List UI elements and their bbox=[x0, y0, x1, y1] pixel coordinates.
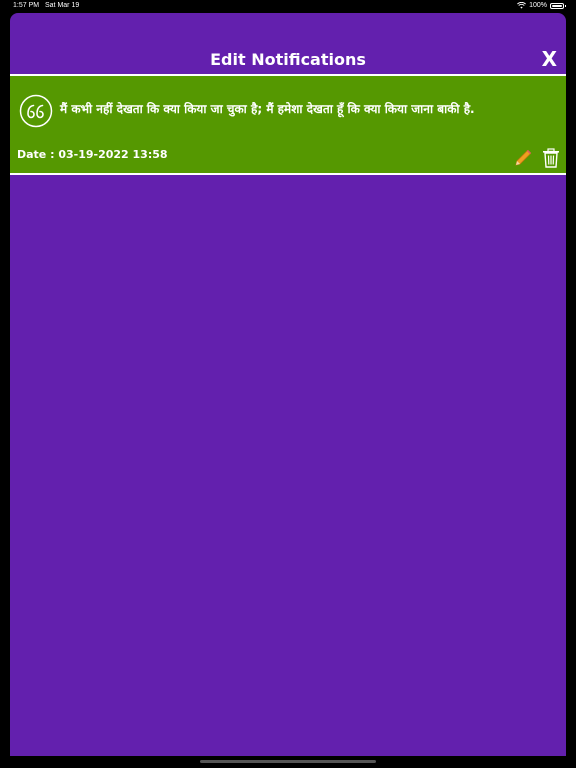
wifi-icon bbox=[517, 2, 527, 9]
close-button[interactable]: X bbox=[542, 47, 557, 71]
trash-icon[interactable] bbox=[542, 148, 560, 168]
battery-icon bbox=[550, 2, 566, 9]
status-indicators: 100% bbox=[517, 2, 566, 9]
battery-percent: 100% bbox=[529, 2, 547, 9]
home-indicator[interactable] bbox=[200, 760, 376, 763]
page-title: Edit Notifications bbox=[210, 50, 366, 69]
quote-icon bbox=[19, 94, 53, 128]
status-date: Sat Mar 19 bbox=[45, 2, 80, 9]
notification-text: मैं कभी नहीं देखता कि क्या किया जा चुका … bbox=[60, 102, 475, 116]
pencil-icon[interactable] bbox=[513, 148, 533, 168]
edit-notifications-sheet: Edit Notifications X मैं कभी नहीं देखता … bbox=[10, 13, 566, 756]
header: Edit Notifications X bbox=[10, 13, 566, 75]
status-time: 1:57 PM bbox=[13, 2, 40, 9]
notification-card[interactable]: मैं कभी नहीं देखता कि क्या किया जा चुका … bbox=[10, 74, 566, 175]
status-bar: 1:57 PM Sat Mar 19 100% bbox=[0, 0, 576, 12]
notification-date: Date : 03-19-2022 13:58 bbox=[17, 148, 168, 161]
